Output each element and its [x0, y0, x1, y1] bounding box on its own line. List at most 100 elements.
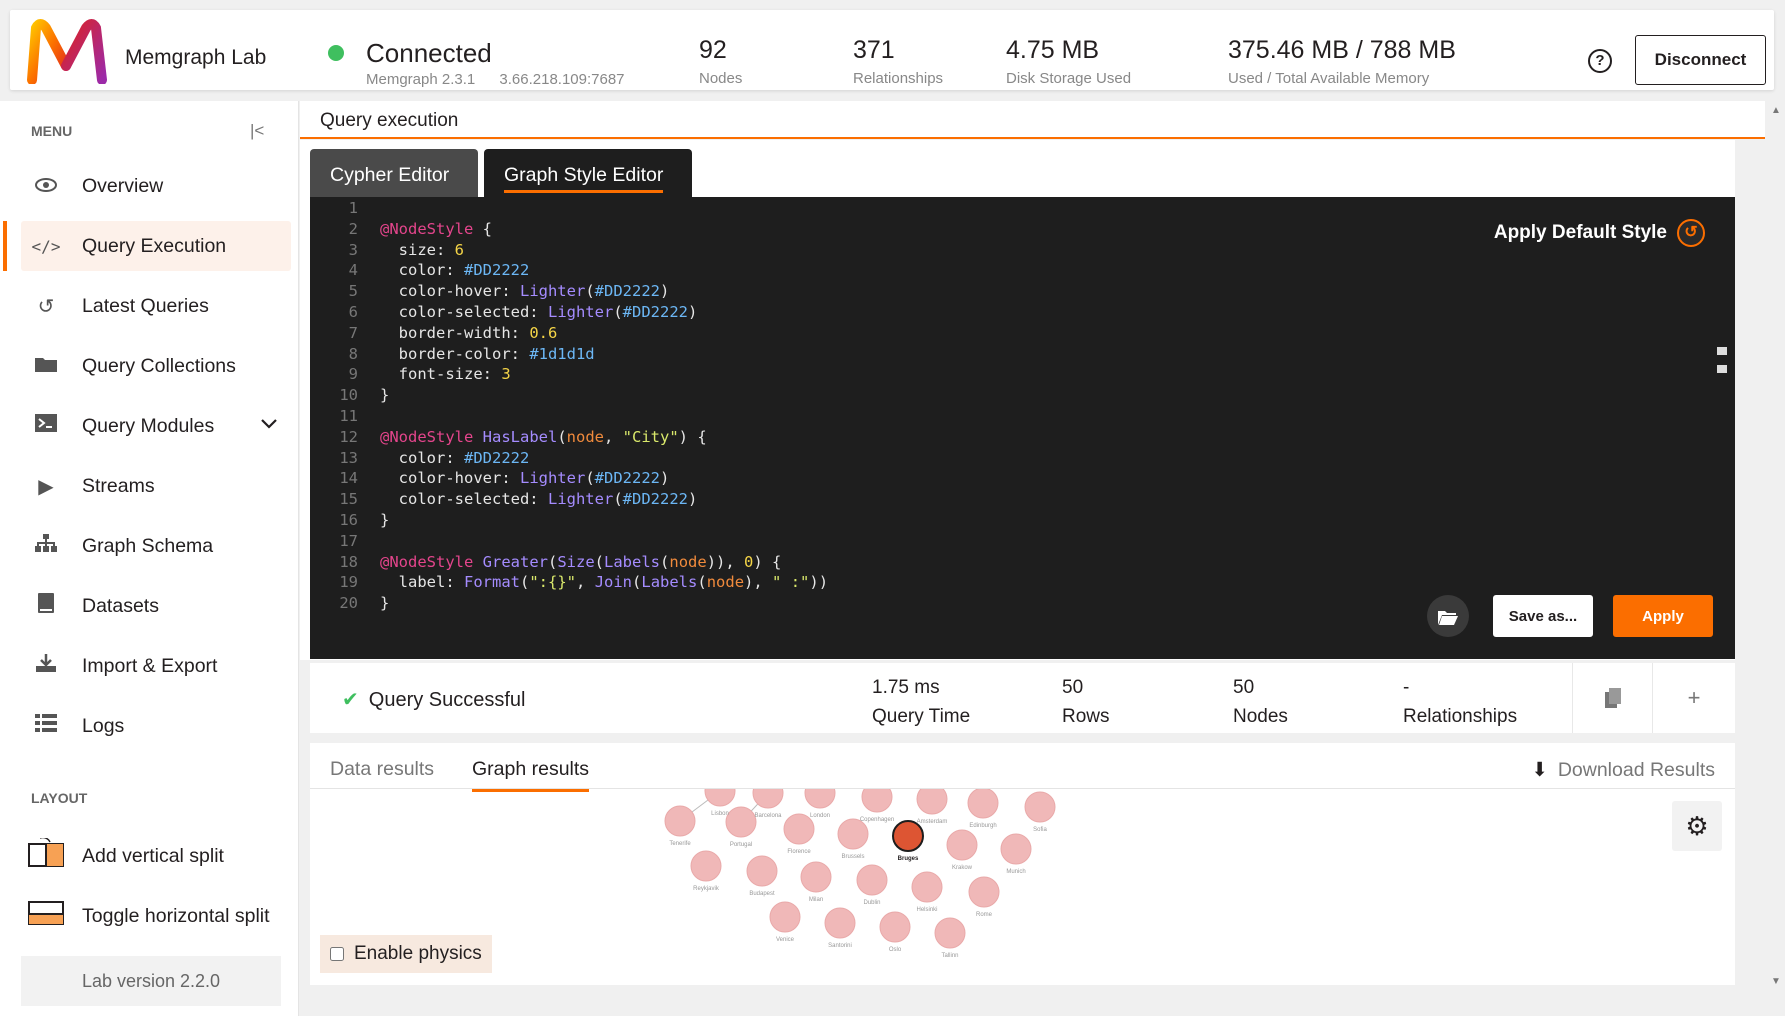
graph-node-circle[interactable] [892, 820, 924, 852]
chevron-down-icon[interactable] [261, 416, 277, 434]
graph-node[interactable]: Tenerife [664, 805, 696, 847]
sidebar-item-overview[interactable]: Overview [21, 161, 291, 211]
graph-node[interactable]: Venice [769, 901, 801, 943]
scroll-up-icon[interactable]: ▲ [1771, 105, 1781, 116]
graph-node-circle[interactable] [968, 876, 1000, 908]
enable-physics-checkbox[interactable] [330, 947, 344, 961]
graph-node-circle[interactable] [879, 911, 911, 943]
editor-panel: Cypher Editor Graph Style Editor 1 2 @Node… [300, 140, 1735, 660]
sidebar-item-label: Query Collections [82, 354, 236, 377]
memgraph-version: Memgraph 2.3.1 [366, 71, 476, 88]
tab-data-results[interactable]: Data results [330, 758, 434, 781]
graph-node-circle[interactable] [1024, 791, 1056, 823]
graph-node[interactable]: Sofia [1024, 791, 1056, 833]
help-icon[interactable]: ? [1588, 49, 1612, 73]
graph-node-circle[interactable] [856, 864, 888, 896]
graph-node[interactable]: Milan [800, 861, 832, 903]
graph-node[interactable]: Rome [968, 876, 1000, 918]
sidebar-item-query-execution[interactable]: </> Query Execution [3, 221, 291, 271]
horizontal-scrollbar[interactable] [300, 995, 1765, 1016]
tab-graph-style-editor[interactable]: Graph Style Editor [484, 149, 692, 197]
graph-node[interactable]: Dublin [856, 864, 888, 906]
graph-node-label: Munich [1006, 869, 1025, 875]
collapse-sidebar-icon[interactable]: |< [250, 121, 264, 141]
graph-node[interactable]: Budapest [746, 855, 778, 897]
graph-node[interactable]: Copenhagen [860, 789, 894, 823]
scroll-down-icon[interactable]: ▼ [1771, 976, 1781, 987]
graph-node[interactable]: Helsinki [911, 871, 943, 913]
graph-node-circle[interactable] [804, 789, 836, 809]
open-folder-button[interactable] [1427, 595, 1469, 637]
sidebar-item-datasets[interactable]: Datasets [21, 581, 291, 631]
disconnect-button[interactable]: Disconnect [1635, 35, 1766, 85]
graph-node-label: Bruges [898, 856, 919, 862]
results-panel: Data results Graph results ⬇ Download Res… [310, 743, 1735, 985]
code-token: " :" [772, 573, 810, 592]
graph-node[interactable]: Santorini [824, 907, 856, 949]
sidebar-item-import-export[interactable]: Import & Export [21, 641, 291, 691]
graph-node-circle[interactable] [946, 829, 978, 861]
graph-node-circle[interactable] [824, 907, 856, 939]
apply-default-style-button[interactable]: Apply Default Style ↺ [1494, 219, 1705, 247]
line-number: 5 [348, 282, 358, 301]
code-token: node [706, 573, 745, 592]
graph-node[interactable]: Bruges [892, 820, 924, 862]
copy-icon[interactable] [1572, 663, 1652, 733]
gear-icon[interactable]: ⚙ [1672, 801, 1722, 851]
graph-node[interactable]: Barcelona [752, 789, 784, 819]
graph-node[interactable]: Tallinn [934, 917, 966, 959]
graph-node-circle[interactable] [800, 861, 832, 893]
graph-node-circle[interactable] [916, 789, 948, 815]
graph-node[interactable]: Munich [1000, 833, 1032, 875]
graph-node-circle[interactable] [769, 901, 801, 933]
graph-node-circle[interactable] [690, 850, 722, 882]
add-icon[interactable]: + [1652, 663, 1735, 733]
code-token: ) [687, 303, 698, 321]
graph-node-circle[interactable] [725, 806, 757, 838]
graph-node[interactable]: Portugal [725, 806, 757, 848]
vertical-scrollbar[interactable]: ▲ ▼ [1765, 101, 1785, 991]
graph-node-circle[interactable] [837, 818, 869, 850]
graph-node-circle[interactable] [967, 789, 999, 819]
sidebar-item-query-modules[interactable]: Query Modules [21, 401, 291, 451]
apply-button[interactable]: Apply [1613, 595, 1713, 637]
sidebar-item-streams[interactable]: ▶ Streams [21, 461, 291, 511]
graph-node[interactable]: Amsterdam [916, 789, 948, 825]
graph-node-label: Florence [787, 849, 811, 855]
graph-node-circle[interactable] [1000, 833, 1032, 865]
graph-node-circle[interactable] [664, 805, 696, 837]
graph-node[interactable]: Reykjavik [690, 850, 722, 892]
graph-node-circle[interactable] [704, 789, 736, 807]
graph-node[interactable]: London [804, 789, 836, 819]
add-vertical-split-button[interactable]: Add vertical split [21, 831, 291, 881]
schema-icon [26, 534, 66, 558]
graph-node[interactable]: Oslo [879, 911, 911, 953]
sidebar-item-query-collections[interactable]: Query Collections [21, 341, 291, 391]
graph-node[interactable]: Florence [783, 813, 815, 855]
code-token: #DD2222 [464, 448, 530, 467]
code-token: ( [585, 469, 595, 488]
graph-node[interactable]: Krakow [946, 829, 978, 871]
tab-cypher-editor[interactable]: Cypher Editor [310, 149, 478, 197]
result-stat-relationships: - Relationships [1403, 673, 1517, 731]
code-editor[interactable]: 1 2 @NodeStyle {3 size: 64 color: #DD2222 5… [310, 197, 1735, 659]
graph-node-circle[interactable] [752, 789, 784, 809]
graph-node-circle[interactable] [934, 917, 966, 949]
graph-node[interactable]: Brussels [837, 818, 869, 860]
graph-node-circle[interactable] [861, 789, 893, 813]
graph-node[interactable]: Edinburgh [967, 789, 999, 829]
sidebar-item-graph-schema[interactable]: Graph Schema [21, 521, 291, 571]
tab-graph-results[interactable]: Graph results [472, 758, 590, 792]
graph-node-circle[interactable] [746, 855, 778, 887]
graph-node-circle[interactable] [911, 871, 943, 903]
download-results-button[interactable]: ⬇ Download Results [1531, 758, 1715, 782]
save-as-button[interactable]: Save as... [1493, 595, 1593, 637]
stat-value: 371 [853, 36, 895, 64]
graph-canvas[interactable]: Tenerife Portugal Florence Brussels Bruges Kr… [310, 789, 1735, 985]
enable-physics-toggle[interactable]: Enable physics [320, 935, 492, 973]
code-line[interactable]: 20} [310, 594, 389, 618]
sidebar-item-latest-queries[interactable]: ↺ Latest Queries [21, 281, 291, 331]
toggle-horizontal-split-button[interactable]: Toggle horizontal split [21, 891, 291, 941]
code-token: , [576, 573, 595, 592]
sidebar-item-logs[interactable]: Logs [21, 701, 291, 751]
